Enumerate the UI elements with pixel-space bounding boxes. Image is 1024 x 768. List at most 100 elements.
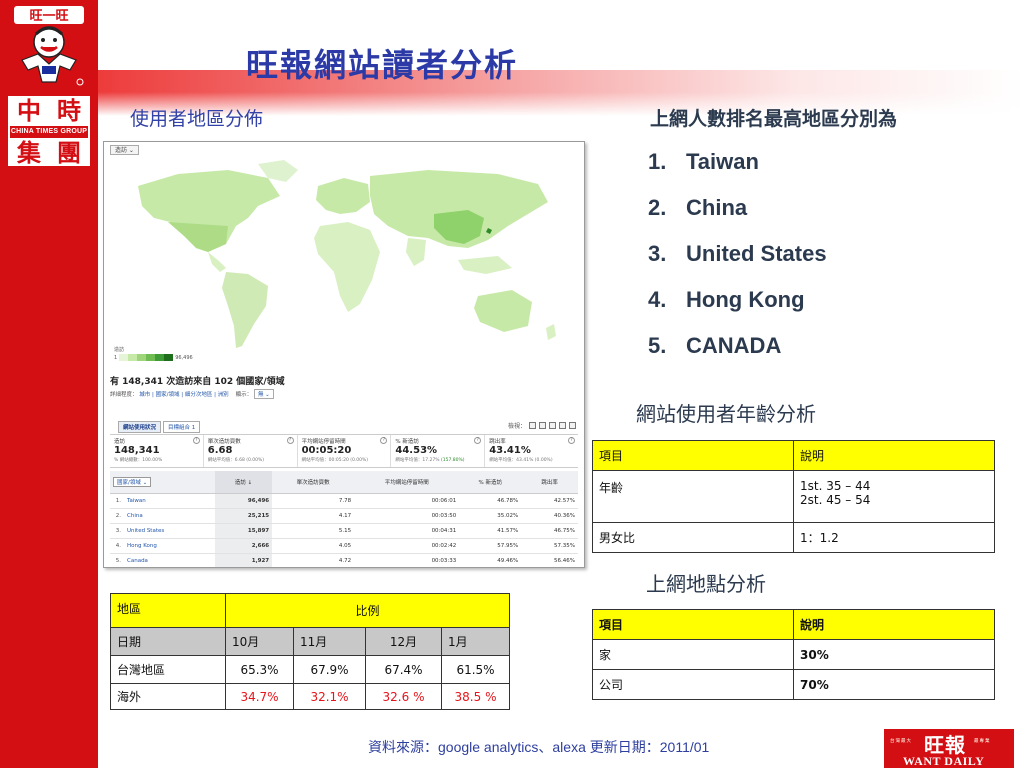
metric-visits: 造訪 148,341 % 網站總數：100.00% ? [110, 435, 204, 467]
row-new: 57.95% [459, 538, 522, 554]
col-item: 項目 [592, 440, 794, 471]
metric-sub: 網站平均值：00:05:20 (0.00%) [301, 458, 369, 463]
show-select[interactable]: 無 ⌄ [253, 389, 274, 399]
row-visits: 2,666 [214, 538, 273, 554]
table-row: 年齡 1st. 35 – 44 2st. 45 – 54 [592, 470, 995, 523]
location-section-title: 上網地點分析 [646, 572, 766, 596]
row-new: 49.46% [459, 553, 522, 567]
age-label: 年齡 [592, 470, 794, 523]
date-label: 日期 [110, 627, 226, 656]
table-row: 3. United States 15,897 5.15 00:04:31 41… [110, 523, 578, 539]
region-ratio-table: 地區 比例 日期 10月 11月 12月 1月 台灣地區 65.3% 67.9%… [110, 593, 510, 710]
detail-level-label: 詳細程度： [110, 392, 138, 398]
location-table: 項目 說明 家 30% 公司 70% [592, 609, 995, 700]
pivot-view-icon[interactable] [569, 422, 576, 429]
overseas-label: 海外 [110, 683, 226, 710]
taiwan-value: 67.9% [293, 655, 366, 684]
show-label: 顯示： [235, 392, 253, 398]
row-time: 00:04:31 [354, 523, 460, 539]
rank-label: Taiwan [686, 149, 759, 174]
row-visits: 25,215 [214, 508, 273, 524]
taiwan-label: 台灣地區 [110, 655, 226, 684]
metric-label: 跳出率 [489, 439, 506, 445]
detail-level-bar: 詳細程度： 城市 | 國家/領域 | 細分次地區 | 洲別 顯示： 無 ⌄ [110, 389, 274, 399]
want-logo-english: WANT DAILY [903, 754, 985, 768]
metric-sub: 網站平均值：43.41% (0.00%) [489, 458, 553, 463]
metric-pages-per-visit: 單次造訪頁數 6.68 網站平均值：6.68 (0.00%) ? [204, 435, 298, 467]
metric-avg-time: 平均網站停留時間 00:05:20 網站平均值：00:05:20 (0.00%)… [298, 435, 392, 467]
tab-site-usage[interactable]: 網站使用狀況 [118, 421, 162, 433]
gender-value: 1：1.2 [793, 522, 995, 553]
compare-view-icon[interactable] [559, 422, 566, 429]
table-row: 項目 說明 [592, 440, 995, 471]
rank-label: CANADA [686, 333, 782, 358]
view-toggle: 檢視： [508, 421, 576, 430]
rank-label: China [686, 195, 748, 220]
map-legend-label: 造訪 [114, 347, 125, 353]
metric-value: 43.41% [489, 445, 531, 456]
detail-level-links[interactable]: 城市 | 國家/領域 | 細分次地區 | 洲別 [139, 392, 228, 398]
row-country-link[interactable]: Hong Kong [124, 538, 215, 554]
col-desc: 說明 [793, 440, 995, 471]
analytics-screenshot: 造訪 ⌄ 造訪 1 96,496 有 148,341 次造訪來自 102 個國家… [103, 141, 585, 568]
dimension-select[interactable]: 國家/領域 ⌄ [113, 476, 152, 487]
row-bounce: 40.36% [521, 508, 578, 524]
month-header: 10月 [225, 627, 294, 656]
table-row: 公司 70% [592, 669, 995, 700]
help-icon[interactable]: ? [567, 437, 575, 444]
report-tabs: 網站使用狀況 目標組合 1 [118, 421, 201, 433]
country-table: 國家/領域 ⌄ 造訪 ↓ 單次造訪頁數 平均網站停留時間 % 新造訪 跳出率 1… [110, 471, 578, 567]
metric-label: % 新造訪 [395, 439, 419, 445]
bar-view-icon[interactable] [549, 422, 556, 429]
rank-label: United States [686, 241, 827, 266]
row-bounce: 42.57% [521, 493, 578, 509]
table-row: 1. Taiwan 96,496 7.78 00:06:01 46.78% 42… [110, 493, 578, 509]
country-table-header: 國家/領域 ⌄ 造訪 ↓ 單次造訪頁數 平均網站停留時間 % 新造訪 跳出率 [110, 471, 578, 494]
col-bounce[interactable]: 跳出率 [521, 471, 578, 494]
row-pages: 7.78 [272, 493, 355, 509]
row-country-link[interactable]: China [124, 508, 215, 524]
row-pages: 4.05 [272, 538, 355, 554]
table-row: 5. Canada 1,927 4.72 00:03:33 49.46% 56.… [110, 553, 578, 567]
help-icon[interactable]: ? [286, 437, 294, 444]
tab-goal-set[interactable]: 目標組合 1 [163, 421, 201, 433]
overseas-value: 38.5 % [441, 683, 510, 710]
page-title: 旺報網站讀者分析 [246, 46, 519, 84]
gender-label: 男女比 [592, 522, 794, 553]
map-metric-tab[interactable]: 造訪 ⌄ [110, 145, 139, 155]
row-time: 00:03:50 [354, 508, 460, 524]
map-europe [316, 178, 370, 214]
pie-view-icon[interactable] [539, 422, 546, 429]
map-united-states [168, 222, 228, 252]
table-row: 地區 比例 [110, 593, 510, 628]
help-icon[interactable]: ? [192, 437, 200, 444]
col-avg-time[interactable]: 平均網站停留時間 [354, 471, 460, 494]
row-country-link[interactable]: Taiwan [124, 493, 215, 509]
col-visits[interactable]: 造訪 ↓ [214, 471, 273, 494]
row-new: 35.02% [459, 508, 522, 524]
row-time: 00:02:42 [354, 538, 460, 554]
row-bounce: 56.46% [521, 553, 578, 567]
col-region: 地區 [110, 593, 226, 628]
row-visits: 1,927 [214, 553, 273, 567]
map-legend-max: 96,496 [175, 354, 193, 361]
rank-number: 3. [648, 241, 667, 266]
row-bounce: 46.75% [521, 523, 578, 539]
row-new: 41.57% [459, 523, 522, 539]
table-view-icon[interactable] [529, 422, 536, 429]
list-item: 1. Taiwan [648, 146, 827, 192]
table-row: 男女比 1：1.2 [592, 522, 995, 553]
want-want-mascot-logo: 旺一旺 [14, 6, 84, 86]
taiwan-value: 61.5% [441, 655, 510, 684]
row-country-link[interactable]: United States [124, 523, 215, 539]
mascot-text: 旺一旺 [29, 9, 68, 24]
ct-logo-char-4: 團 [57, 139, 81, 167]
row-visits: 96,496 [214, 493, 273, 509]
col-new-visits[interactable]: % 新造訪 [459, 471, 522, 494]
row-country-link[interactable]: Canada [124, 553, 215, 567]
map-new-zealand [546, 324, 556, 340]
want-logo-tagline-left: 台灣最大 [890, 739, 912, 744]
col-pages[interactable]: 單次造訪頁數 [272, 471, 355, 494]
metric-new-visits: % 新造訪 44.53% 網站平均值：17.27% (157.80%) ? [391, 435, 486, 467]
want-logo-tagline-right: 最專業 [974, 739, 991, 744]
